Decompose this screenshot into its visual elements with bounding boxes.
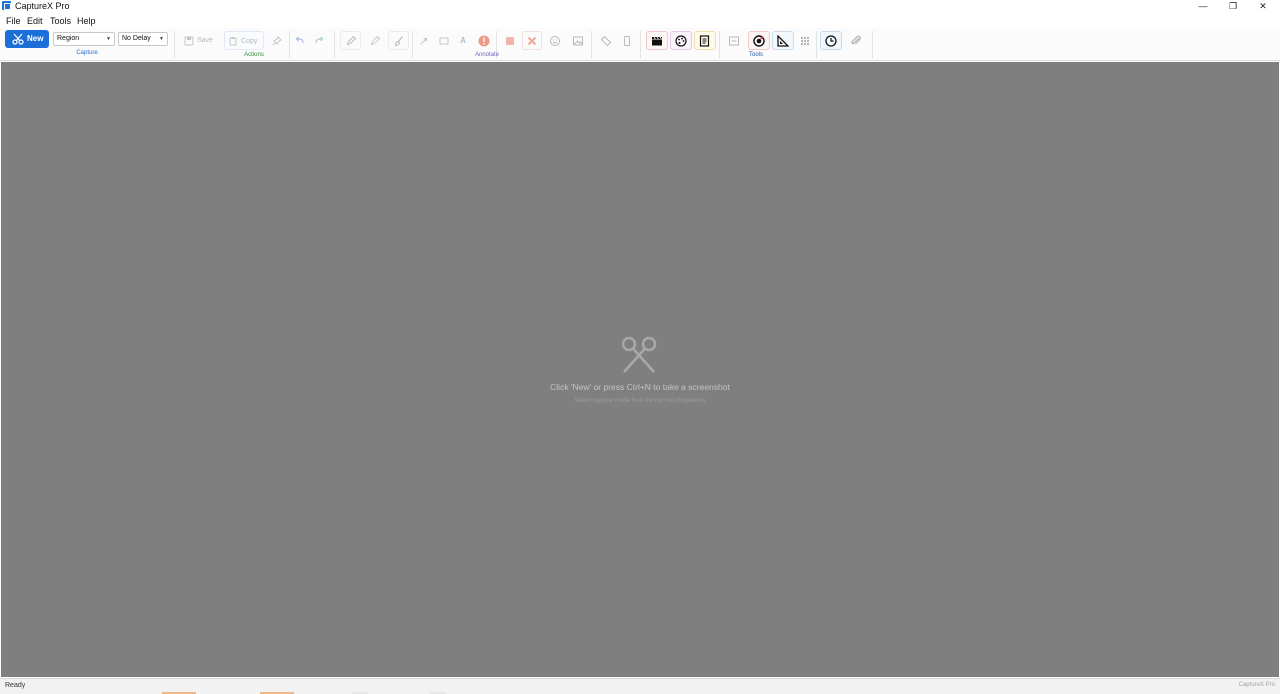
status-bar: Ready CaptureX Pro <box>0 678 1280 694</box>
empty-state-message: Click 'New' or press Ctrl+N to take a sc… <box>550 382 730 392</box>
emoji-icon <box>550 35 560 46</box>
group-divider <box>872 31 873 58</box>
record-target-icon <box>753 34 765 47</box>
arrow-tool-button[interactable] <box>416 31 432 50</box>
brush-icon <box>394 35 403 46</box>
rectangle-icon <box>439 37 449 44</box>
annotate-group-label: Annotate <box>474 52 500 58</box>
pencil-icon <box>346 35 356 45</box>
new-capture-button[interactable]: New <box>5 30 49 48</box>
text-icon: A <box>460 36 466 45</box>
step-number-tool-button[interactable] <box>475 31 493 50</box>
grid-icon <box>801 36 809 45</box>
save-button-label: Save <box>197 37 213 44</box>
ruler-tool-button[interactable] <box>596 31 616 50</box>
compare-button[interactable] <box>724 31 744 50</box>
grid-button[interactable] <box>797 31 813 50</box>
highlighter-tool-button[interactable] <box>364 31 385 50</box>
screen-record-button[interactable] <box>748 31 770 50</box>
measure-button[interactable] <box>772 31 794 50</box>
rectangle-tool-button[interactable] <box>436 31 452 50</box>
scissors-icon <box>12 33 24 45</box>
pin-button[interactable] <box>268 31 286 50</box>
window-title: CaptureX Pro <box>15 1 70 11</box>
pixelate-tool-button[interactable] <box>522 31 542 50</box>
copy-button-label: Copy <box>241 38 258 45</box>
brush-tool-button[interactable] <box>388 31 409 50</box>
pixelate-icon <box>527 36 537 45</box>
document-text-icon <box>699 34 710 47</box>
capture-mode-select[interactable]: Region ▼ <box>53 32 115 46</box>
clapperboard-icon <box>652 36 662 45</box>
save-button[interactable]: Save <box>181 31 219 50</box>
blur-icon <box>506 36 514 45</box>
tools-group-label: Tools <box>748 52 763 58</box>
pen-tool-button[interactable] <box>340 31 361 50</box>
redo-button[interactable] <box>311 31 327 50</box>
highlighter-icon <box>370 35 380 45</box>
status-brand: CaptureX Pro <box>1238 682 1275 688</box>
paperclip-icon <box>851 35 861 44</box>
save-icon <box>184 36 194 45</box>
image-icon <box>573 36 583 45</box>
title-bar: CaptureX Pro — ❐ ✕ <box>0 0 1280 13</box>
number-badge-icon <box>478 35 490 46</box>
clock-icon <box>825 34 837 47</box>
video-record-button[interactable] <box>646 31 668 50</box>
history-button[interactable] <box>820 31 842 50</box>
arrow-icon <box>420 37 427 45</box>
emoji-tool-button[interactable] <box>546 31 564 50</box>
menu-help[interactable]: Help <box>77 15 96 27</box>
pin-icon <box>272 35 282 45</box>
close-button[interactable]: ✕ <box>1248 0 1278 13</box>
attach-button[interactable] <box>846 31 866 50</box>
delay-value: No Delay <box>122 35 151 42</box>
delay-select[interactable]: No Delay ▼ <box>118 32 168 46</box>
menu-file[interactable]: File <box>6 15 21 27</box>
restore-button[interactable]: ❐ <box>1218 0 1248 13</box>
ribbon-toolbar: New Region ▼ No Delay ▼ Capture Save Cop… <box>0 28 1280 61</box>
copy-icon <box>229 36 237 45</box>
redo-icon <box>315 36 324 43</box>
phone-icon <box>624 35 630 46</box>
minimize-button[interactable]: — <box>1188 0 1218 13</box>
ocr-text-button[interactable] <box>694 31 716 50</box>
scissors-icon <box>621 336 657 373</box>
app-logo-icon <box>2 1 11 10</box>
menu-tools[interactable]: Tools <box>50 15 71 27</box>
menu-edit[interactable]: Edit <box>27 15 43 27</box>
device-frame-tool-button[interactable] <box>619 31 635 50</box>
status-text: Ready <box>5 682 26 689</box>
new-button-label: New <box>27 34 44 43</box>
image-tool-button[interactable] <box>569 31 587 50</box>
blur-tool-button[interactable] <box>501 31 519 50</box>
color-picker-button[interactable] <box>670 31 692 50</box>
chevron-down-icon: ▼ <box>159 36 164 42</box>
menu-bar: File Edit Tools Help <box>0 14 1280 28</box>
copy-button[interactable]: Copy <box>224 31 264 50</box>
actions-group-label: Actions <box>244 52 264 58</box>
undo-button[interactable] <box>292 31 308 50</box>
split-view-icon <box>729 36 739 45</box>
chevron-down-icon: ▼ <box>106 36 111 42</box>
undo-icon <box>295 36 304 43</box>
text-tool-button[interactable]: A <box>455 31 471 50</box>
empty-state-hint: Select capture mode from the top two dro… <box>574 398 706 404</box>
set-square-icon <box>777 34 789 47</box>
capture-group-label: Capture <box>76 50 98 56</box>
capture-mode-value: Region <box>57 35 80 42</box>
ruler-icon <box>600 35 612 46</box>
palette-icon <box>675 34 687 47</box>
